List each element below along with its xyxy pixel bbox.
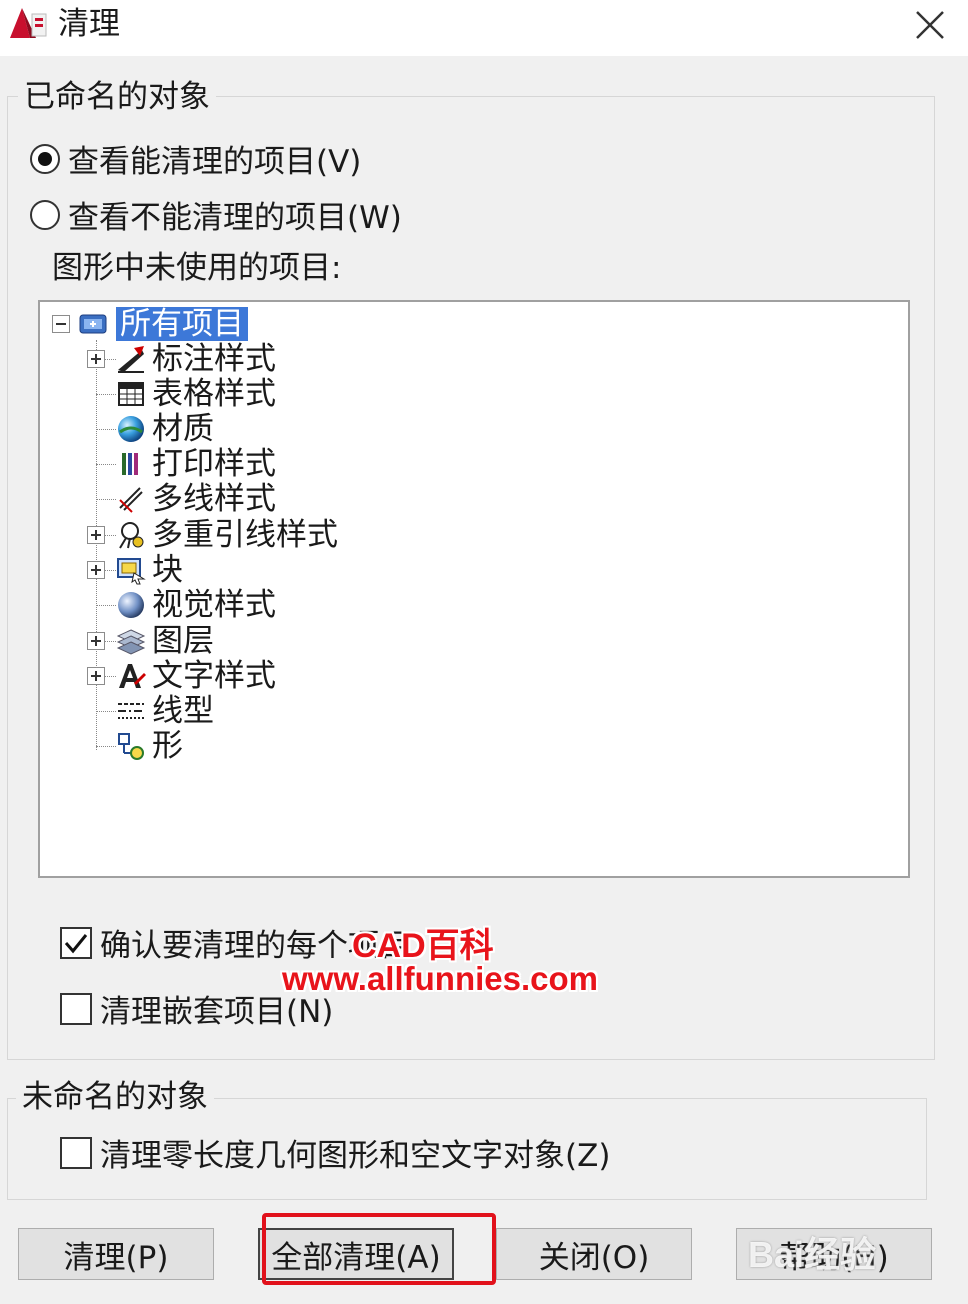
expand-multileader-styles-toggle[interactable] — [87, 526, 105, 544]
all-items-icon — [78, 309, 108, 339]
tree-root-label: 所有项目 — [116, 307, 248, 341]
title-bar: 清理 — [0, 0, 968, 56]
checkmark-icon — [64, 933, 88, 953]
plot-style-icon — [116, 449, 146, 479]
baidu-jingyan-watermark: Bai经验 — [748, 1234, 877, 1275]
tree-item-multiline-styles[interactable]: 多线样式 — [152, 482, 276, 516]
tree-item-blocks[interactable]: 块 — [152, 553, 183, 587]
tree-item-label: 图层 — [152, 623, 214, 659]
confirm-each-item-checkbox[interactable] — [60, 926, 92, 959]
material-icon — [116, 414, 146, 444]
expand-blocks-toggle[interactable] — [87, 561, 105, 579]
close-window-button[interactable] — [904, 2, 956, 48]
tree-item-label: 标注样式 — [152, 341, 276, 377]
tree-item-layers[interactable]: 图层 — [152, 624, 214, 658]
close-button[interactable]: 关闭(O) — [496, 1228, 692, 1280]
radio-purgeable-label: 查看能清理的项目(V) — [68, 144, 362, 180]
visual-style-icon — [116, 590, 146, 620]
annotation-highlight-box — [262, 1213, 496, 1285]
radio-purgeable-items[interactable]: 查看能清理的项目(V) — [30, 136, 361, 181]
dimension-style-icon — [116, 344, 146, 374]
tree-item-label: 打印样式 — [152, 446, 276, 482]
tree-item-label: 视觉样式 — [152, 587, 276, 623]
tree-item-label: 材质 — [152, 411, 214, 447]
tree-root-all-items[interactable]: 所有项目 — [116, 307, 248, 341]
layer-icon — [116, 626, 146, 656]
tree-item-shapes[interactable]: 形 — [152, 729, 183, 763]
purge-zero-length-checkbox-row[interactable]: 清理零长度几何图形和空文字对象(Z) — [60, 1130, 610, 1175]
watermark-url: www.allfunnies.com — [282, 960, 598, 997]
radio-button-unchecked[interactable] — [30, 199, 60, 230]
expand-text-styles-toggle[interactable] — [87, 667, 105, 685]
radio-nonpurgeable-items[interactable]: 查看不能清理的项目(W) — [30, 192, 402, 237]
multileader-style-icon — [116, 520, 146, 550]
tree-item-label: 表格样式 — [152, 376, 276, 412]
autocad-app-icon — [8, 6, 48, 42]
window-title: 清理 — [58, 6, 120, 42]
linetype-icon — [116, 696, 146, 726]
tree-item-multileader-styles[interactable]: 多重引线样式 — [152, 518, 338, 552]
tree-item-label: 文字样式 — [152, 658, 276, 694]
tree-item-dimension-styles[interactable]: 标注样式 — [152, 342, 276, 376]
expand-layers-toggle[interactable] — [87, 632, 105, 650]
tree-item-label: 块 — [152, 552, 183, 588]
tree-item-linetypes[interactable]: 线型 — [152, 694, 214, 728]
tree-item-label: 线型 — [152, 693, 214, 729]
multiline-style-icon — [116, 484, 146, 514]
collapse-all-items-toggle[interactable] — [52, 315, 70, 333]
purge-zero-length-checkbox[interactable] — [60, 1136, 92, 1169]
tree-item-plot-styles[interactable]: 打印样式 — [152, 447, 276, 481]
purge-nested-checkbox[interactable] — [60, 992, 92, 1025]
close-icon — [916, 11, 944, 39]
unused-items-tree[interactable]: 所有项目 标注样式 表格样式 材质 打印样式 多线样式 多重引线样式 块 视觉样… — [38, 300, 910, 878]
block-icon — [116, 555, 146, 585]
table-style-icon — [116, 379, 146, 409]
tree-item-text-styles[interactable]: 文字样式 — [152, 659, 276, 693]
unnamed-objects-legend: 未命名的对象 — [16, 1077, 214, 1117]
shape-icon — [116, 731, 146, 761]
named-objects-legend: 已命名的对象 — [18, 77, 216, 117]
tree-item-label: 形 — [152, 728, 183, 764]
purge-button[interactable]: 清理(P) — [18, 1228, 214, 1280]
tree-item-table-styles[interactable]: 表格样式 — [152, 377, 276, 411]
text-style-icon — [116, 661, 146, 691]
purge-zero-length-label: 清理零长度几何图形和空文字对象(Z) — [100, 1138, 611, 1174]
tree-label: 图形中未使用的项目: — [52, 250, 342, 286]
radio-button-checked[interactable] — [30, 143, 60, 174]
tree-item-label: 多线样式 — [152, 481, 276, 517]
radio-nonpurgeable-label: 查看不能清理的项目(W) — [68, 200, 402, 236]
tree-item-materials[interactable]: 材质 — [152, 412, 214, 446]
tree-item-visual-styles[interactable]: 视觉样式 — [152, 588, 276, 622]
expand-dimension-styles-toggle[interactable] — [87, 350, 105, 368]
tree-item-label: 多重引线样式 — [152, 517, 338, 553]
